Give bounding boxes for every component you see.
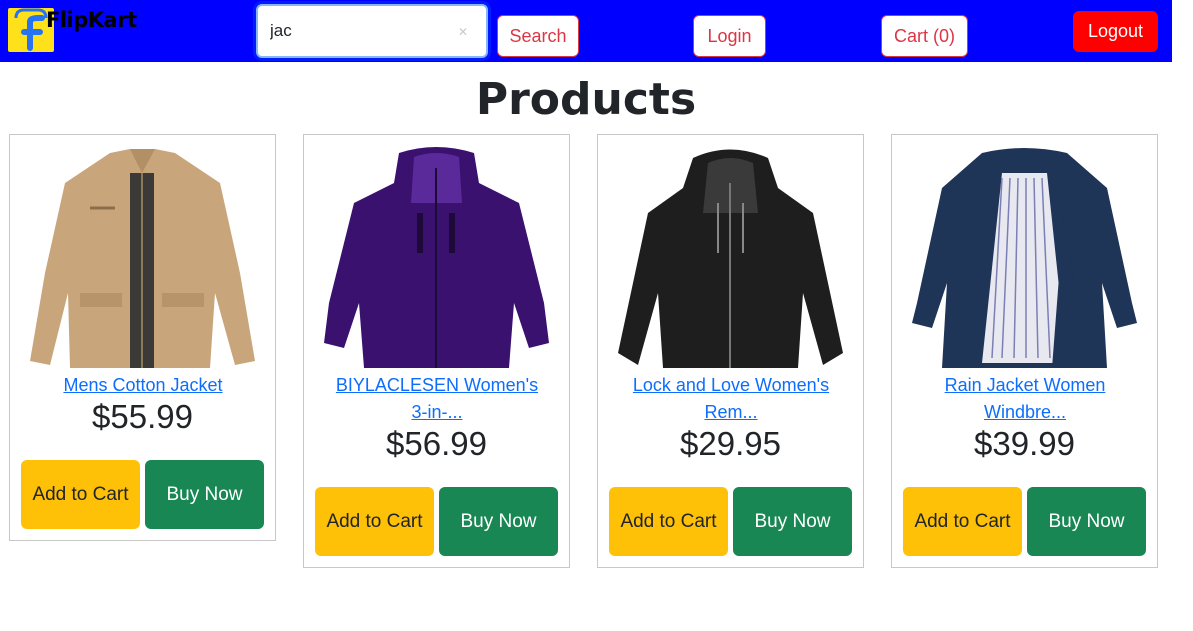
product-card: BIYLACLESEN Women's 3-in-... $56.99 Add … bbox=[303, 134, 570, 568]
search-button[interactable]: Search bbox=[497, 15, 579, 57]
product-title-link[interactable]: Lock and Love Women's Rem... bbox=[620, 372, 842, 426]
beige-cotton-jacket-icon bbox=[30, 149, 255, 368]
product-card: Rain Jacket Women Windbre... $39.99 Add … bbox=[891, 134, 1158, 568]
cart-button[interactable]: Cart (0) bbox=[881, 15, 968, 57]
buy-now-button[interactable]: Buy Now bbox=[145, 460, 264, 529]
buy-now-button[interactable]: Buy Now bbox=[439, 487, 558, 556]
login-button[interactable]: Login bbox=[693, 15, 766, 57]
product-title-link[interactable]: Rain Jacket Women Windbre... bbox=[914, 372, 1136, 426]
logout-button[interactable]: Logout bbox=[1073, 11, 1158, 52]
black-leather-jacket-icon bbox=[618, 149, 843, 368]
product-price: $29.95 bbox=[680, 425, 781, 462]
buy-now-button[interactable]: Buy Now bbox=[1027, 487, 1146, 556]
product-price: $55.99 bbox=[92, 398, 193, 435]
navy-rain-jacket-icon bbox=[912, 148, 1137, 368]
add-to-cart-button[interactable]: Add to Cart bbox=[315, 487, 434, 556]
product-image[interactable] bbox=[598, 143, 863, 371]
page-title: Products bbox=[475, 74, 697, 125]
product-image[interactable] bbox=[10, 143, 275, 371]
buy-now-button[interactable]: Buy Now bbox=[733, 487, 852, 556]
product-card: Mens Cotton Jacket $55.99 Add to Cart Bu… bbox=[9, 134, 276, 541]
clear-search-icon[interactable]: ✕ bbox=[458, 25, 468, 39]
product-card: Lock and Love Women's Rem... $29.95 Add … bbox=[597, 134, 864, 568]
product-price: $56.99 bbox=[386, 425, 487, 462]
add-to-cart-button[interactable]: Add to Cart bbox=[903, 487, 1022, 556]
purple-hooded-jacket-icon bbox=[324, 147, 549, 368]
product-title-link[interactable]: Mens Cotton Jacket bbox=[32, 372, 254, 399]
navbar: FlipKart ✕ Search Login Cart (0) Logout bbox=[0, 0, 1172, 62]
product-image[interactable] bbox=[304, 143, 569, 371]
add-to-cart-button[interactable]: Add to Cart bbox=[609, 487, 728, 556]
add-to-cart-button[interactable]: Add to Cart bbox=[21, 460, 140, 529]
search-input[interactable] bbox=[256, 4, 488, 58]
product-price: $39.99 bbox=[974, 425, 1075, 462]
product-image[interactable] bbox=[892, 143, 1157, 371]
product-title-link[interactable]: BIYLACLESEN Women's 3-in-... bbox=[326, 372, 548, 426]
brand-name[interactable]: FlipKart bbox=[46, 8, 137, 32]
